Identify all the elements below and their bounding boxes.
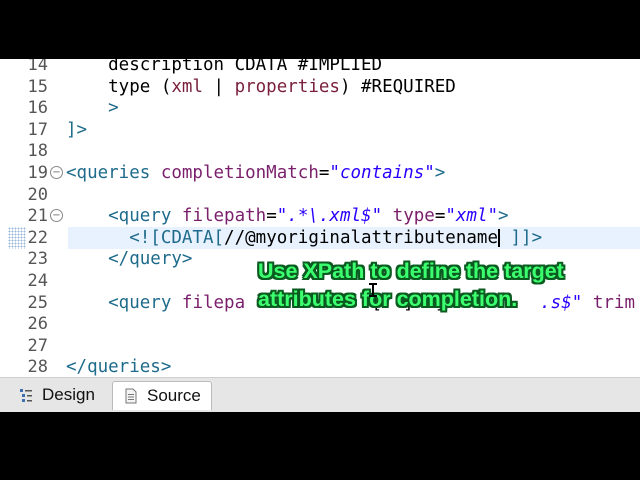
- code-line[interactable]: 14 description CDATA #IMPLIED: [0, 59, 640, 76]
- code-token: trim: [592, 292, 635, 313]
- code-line[interactable]: 26: [0, 313, 640, 335]
- design-icon: [20, 389, 32, 402]
- line-number: 26: [27, 314, 48, 335]
- code-token: |: [202, 76, 235, 97]
- code-token: >: [434, 163, 446, 183]
- code-line[interactable]: 22 <![CDATA[//@myoriginalattributename ]…: [8, 226, 640, 249]
- code-token: type: [392, 206, 435, 227]
- code-token: xml: [171, 76, 203, 97]
- caption-line-2: attributes for completion.: [258, 287, 518, 311]
- code-line[interactable]: 18: [0, 140, 640, 162]
- text-cursor-icon: [369, 283, 377, 297]
- line-number: 21: [27, 206, 48, 227]
- code-token: filepath: [181, 206, 267, 227]
- code-text: <queries completionMatch="contains">: [66, 162, 445, 184]
- code-line[interactable]: 28 </queries>: [0, 356, 640, 377]
- line-number: 20: [27, 184, 48, 205]
- code-text: </queries>: [66, 356, 171, 377]
- code-token: ) #REQUIRED: [339, 76, 456, 97]
- code-token: =: [266, 206, 277, 227]
- line-number: 15: [27, 76, 48, 97]
- code-token: //@myoriginalattributename: [224, 227, 498, 248]
- line-number: 25: [27, 292, 48, 313]
- editor-tab-bar: Design Source: [0, 377, 640, 412]
- code-text: description CDATA #IMPLIED: [66, 59, 382, 76]
- code-token: properties: [234, 76, 340, 97]
- code-token: ]]>: [499, 227, 543, 248]
- code-text: <query filepath=".*\.xml$" type="xml">: [66, 205, 509, 227]
- line-number: 14: [27, 59, 48, 75]
- line-number: 18: [27, 141, 48, 162]
- code-token: <query: [66, 206, 182, 227]
- code-token: <queries: [66, 163, 161, 183]
- code-token: completionMatch: [160, 163, 319, 183]
- tab-design-label: Design: [42, 385, 95, 404]
- code-text: <![CDATA[//@myoriginalattributename ]]>: [66, 227, 542, 249]
- code-token: <query: [66, 292, 182, 313]
- code-token: </query>: [66, 249, 193, 270]
- caption-overlay: Use XPath to define the target attribute…: [258, 257, 564, 313]
- code-token: "contains": [329, 163, 435, 183]
- code-token: type (: [66, 76, 172, 97]
- line-number: 23: [27, 249, 48, 270]
- tab-source[interactable]: Source: [112, 381, 212, 410]
- code-text: </query>: [66, 248, 192, 270]
- code-token: </queries>: [66, 357, 172, 377]
- code-token: <![CDATA[: [66, 227, 225, 248]
- code-line[interactable]: 20: [0, 184, 640, 206]
- code-line[interactable]: 17 ]>: [0, 119, 640, 141]
- code-text: >: [66, 97, 119, 119]
- line-number: 24: [27, 271, 48, 291]
- code-token: ]>: [66, 119, 88, 140]
- line-number: 19: [27, 163, 48, 183]
- code-line[interactable]: 16 >: [0, 97, 640, 119]
- current-line-marker: [8, 226, 26, 249]
- source-editor[interactable]: 14 description CDATA #IMPLIED 15 type (xm…: [0, 59, 640, 377]
- code-line[interactable]: 21− <query filepath=".*\.xml$" type="xml…: [0, 205, 640, 227]
- line-number: 28: [27, 357, 48, 377]
- code-token: >: [498, 206, 509, 227]
- code-token: =: [318, 163, 330, 183]
- caption-line-1: Use XPath to define the target: [258, 259, 564, 283]
- tab-design[interactable]: Design: [8, 381, 105, 409]
- code-line[interactable]: 19− <queries completionMatch="contains">: [0, 162, 640, 184]
- code-token: "xml": [445, 206, 499, 227]
- code-token: description CDATA #IMPLIED: [66, 59, 383, 75]
- code-line[interactable]: 15 type (xml | properties) #REQUIRED: [0, 76, 640, 98]
- code-token: >: [66, 98, 119, 119]
- line-number: 27: [27, 335, 48, 356]
- fold-toggle-icon[interactable]: −: [50, 209, 63, 223]
- line-number: 16: [27, 98, 48, 119]
- tab-source-label: Source: [147, 386, 201, 405]
- fold-toggle-icon[interactable]: −: [50, 166, 63, 179]
- source-icon: [125, 388, 137, 404]
- code-token: filepa: [181, 292, 246, 313]
- code-token: ".*\.xml$": [276, 206, 383, 227]
- code-text: ]>: [66, 119, 87, 141]
- code-text: type (xml | properties) #REQUIRED: [66, 76, 456, 98]
- code-line[interactable]: 27: [0, 335, 640, 357]
- code-token: =: [434, 206, 446, 227]
- line-number: 17: [27, 119, 48, 140]
